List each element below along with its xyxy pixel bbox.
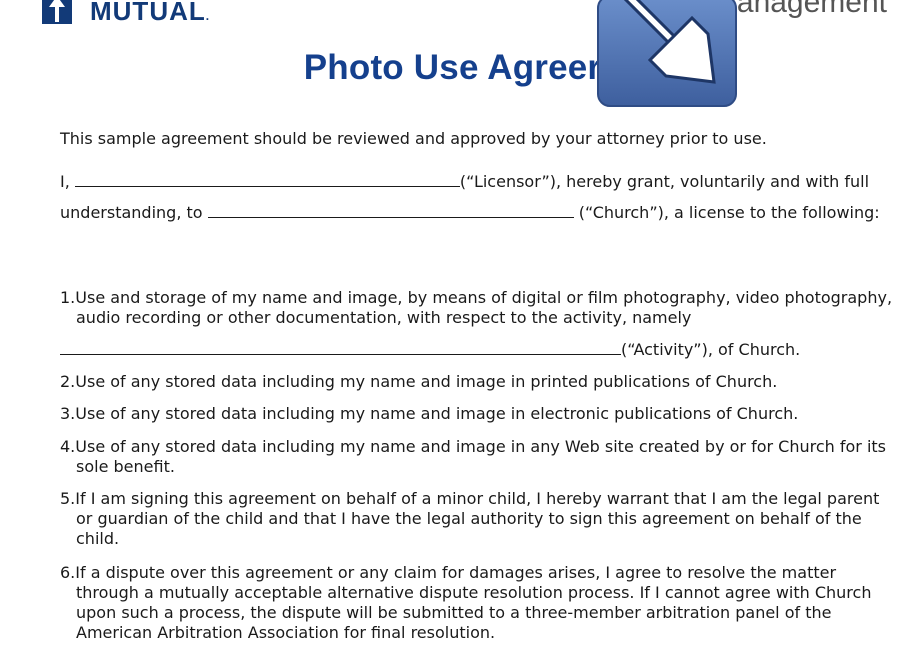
resize-arrow-icon[interactable] bbox=[596, 0, 738, 108]
church-name-field[interactable] bbox=[207, 203, 574, 218]
logo-mark-icon bbox=[42, 0, 72, 24]
activity-line-end: (“Activity”), of Church. bbox=[621, 340, 801, 359]
list-item: 4.Use of any stored data including my na… bbox=[60, 437, 886, 476]
intro-text: This sample agreement should be reviewed… bbox=[60, 129, 767, 148]
activity-line: (“Activity”), of Church. bbox=[60, 340, 800, 360]
licensor-line: I, (“Licensor”), hereby grant, voluntari… bbox=[60, 172, 869, 192]
church-line-end: (“Church”), a license to the following: bbox=[578, 203, 880, 222]
list-item: 3.Use of any stored data including my na… bbox=[60, 404, 799, 423]
church-line: understanding, to (“Church”), a license … bbox=[60, 203, 880, 223]
logo-text: MUTUAL. bbox=[90, 0, 211, 26]
activity-field[interactable] bbox=[60, 340, 621, 355]
page-title: Photo Use Agreer bbox=[303, 48, 602, 87]
church-label: understanding, to bbox=[60, 203, 203, 222]
list-item: 5.If I am signing this agreement on beha… bbox=[60, 489, 880, 548]
licensor-label: I, bbox=[60, 172, 70, 191]
list-item: 2.Use of any stored data including my na… bbox=[60, 372, 778, 391]
list-item: 6.If a dispute over this agreement or an… bbox=[60, 563, 872, 642]
list-item: 1.Use and storage of my name and image, … bbox=[60, 288, 893, 327]
licensor-line-end: (“Licensor”), hereby grant, voluntarily … bbox=[459, 172, 870, 191]
licensor-name-field[interactable] bbox=[74, 172, 460, 187]
